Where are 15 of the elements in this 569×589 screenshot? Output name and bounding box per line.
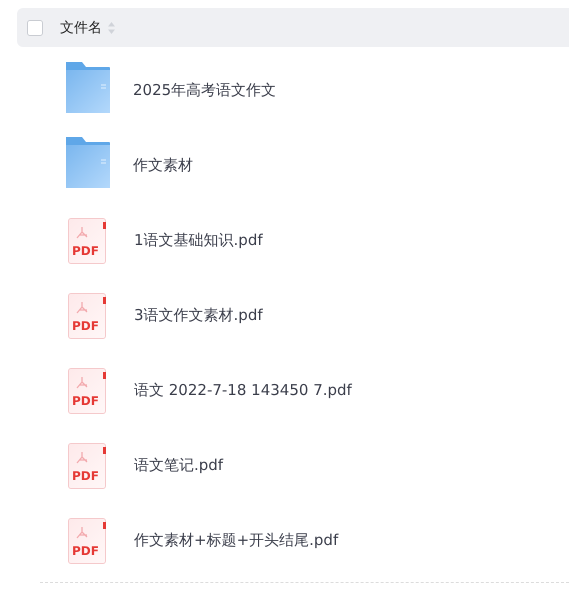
file-name[interactable]: 1语文基础知识.pdf xyxy=(134,231,263,250)
file-name[interactable]: 3语文作文素材.pdf xyxy=(134,306,263,325)
pdf-file-icon: PDF xyxy=(68,518,106,564)
pdf-file-icon: PDF xyxy=(68,218,106,264)
file-name[interactable]: 语文 2022-7-18 143450 7.pdf xyxy=(134,381,352,400)
pdf-file-icon: PDF xyxy=(68,368,106,414)
pdf-file-icon: PDF xyxy=(68,442,106,488)
file-name[interactable]: 作文素材+标题+开头结尾.pdf xyxy=(134,531,338,550)
select-all-checkbox[interactable] xyxy=(27,20,43,36)
sort-icon[interactable] xyxy=(108,22,115,34)
file-name[interactable]: 语文笔记.pdf xyxy=(134,456,224,475)
file-name[interactable]: 作文素材 xyxy=(133,156,193,175)
file-name[interactable]: 2025年高考语文作文 xyxy=(133,81,276,100)
pdf-file-icon: PDF xyxy=(68,292,106,338)
column-header[interactable]: 文件名 xyxy=(60,18,102,36)
